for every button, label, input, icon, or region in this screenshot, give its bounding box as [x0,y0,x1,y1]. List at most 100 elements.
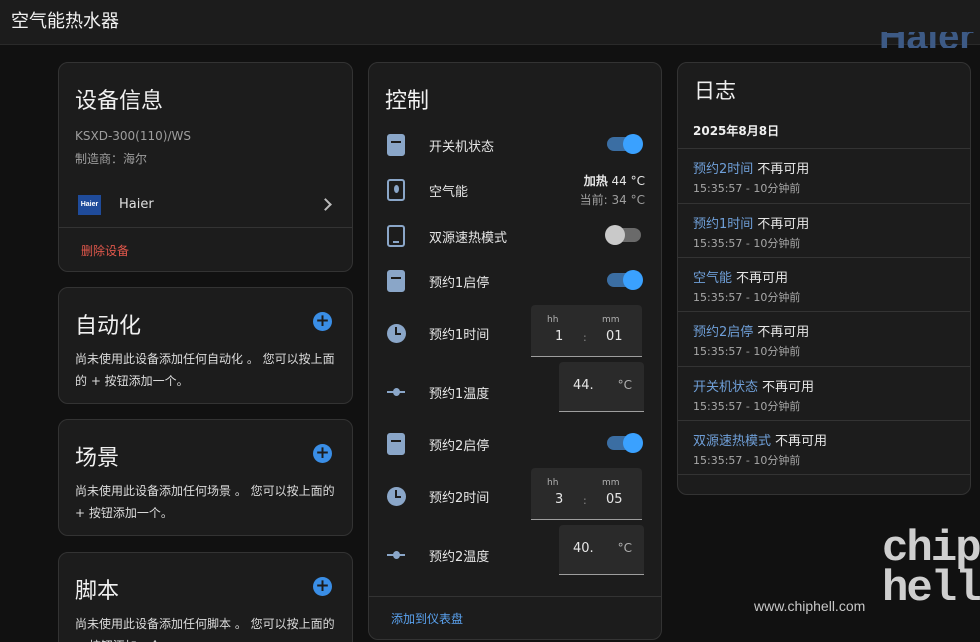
chevron-right-icon [319,198,332,211]
water-heater-icon [387,270,405,292]
mm-value[interactable]: 01 [606,329,623,344]
log-time: 15:35:57 - 10分钟前 [693,291,801,304]
log-state: 不再可用 [757,325,810,340]
automation-description: 尚未使用此设备添加任何自动化 。 您可以按上面的 + 按钮添加一个。 [75,352,335,388]
log-entry: 空气能 不再可用 15:35:57 - 10分钟前 [678,257,970,311]
scene-title: 场景 [75,446,120,471]
schedule1-switch-row: 预约1启停 [369,261,661,301]
schedule2-temp-value: 40. [573,541,594,556]
script-card: 脚本 + 尚未使用此设备添加任何脚本 。 您可以按上面的 + 按钮添加一个。 [58,552,353,642]
log-title: 日志 [694,79,736,103]
temp-unit: °C [617,541,632,555]
add-automation-button[interactable]: + [313,312,332,331]
haier-logo-icon: Haier [78,195,101,215]
water-boiler-icon [387,179,405,201]
hh-value[interactable]: 1 [555,329,563,344]
dual-source-label: 双源速热模式 [429,231,508,246]
integration-name: Haier [119,197,154,212]
log-entity-link[interactable]: 预约2启停 [693,325,753,340]
log-time: 15:35:57 - 10分钟前 [693,182,801,195]
schedule2-switch-row: 预约2启停 [369,424,661,464]
toggle-knob [623,134,643,154]
log-state: 不再可用 [757,162,810,177]
control-card: 控制 开关机状态 空气能 加热 44 °C 当前: 34 °C 双源速热模式 预… [368,62,662,640]
delete-device-button[interactable]: 删除设备 [81,242,129,259]
clock-icon [387,324,406,343]
log-date: 2025年8月8日 [693,124,780,138]
log-time: 15:35:57 - 10分钟前 [693,400,801,413]
temp-unit: °C [617,378,632,392]
time-separator: : [583,494,587,507]
schedule2-toggle[interactable] [607,433,643,453]
toggle-knob [605,225,625,245]
power-row: 开关机状态 [369,125,661,165]
add-script-button[interactable]: + [313,577,332,596]
hh-value[interactable]: 3 [555,492,563,507]
schedule1-temp-value: 44. [573,378,594,393]
brand-logo-peek: Haier [878,18,974,48]
scene-description: 尚未使用此设备添加任何场景 。 您可以按上面的 + 按钮添加一个。 [75,484,335,520]
tablet-icon [387,225,405,247]
clock-icon [387,487,406,506]
water-heater-icon [387,134,405,156]
toggle-knob [623,270,643,290]
heat-pump-label: 空气能 [429,185,469,200]
schedule1-temp-input[interactable]: 44. °C [559,362,644,412]
automation-title: 自动化 [75,314,142,339]
page-title: 空气能热水器 [11,11,119,32]
watermark-logo-bottom: hell [882,564,980,614]
mm-value[interactable]: 05 [606,492,623,507]
schedule2-temp-label: 预约2温度 [429,550,490,565]
schedule2-temp-input[interactable]: 40. °C [559,525,644,575]
scene-card: 场景 + 尚未使用此设备添加任何场景 。 您可以按上面的 + 按钮添加一个。 [58,419,353,536]
hh-label: hh [547,315,559,325]
log-entity-link[interactable]: 开关机状态 [693,380,758,395]
heat-pump-row[interactable]: 空气能 加热 44 °C 当前: 34 °C [369,170,661,210]
schedule1-temp-label: 预约1温度 [429,387,490,402]
device-model: KSXD-300(110)/WS [75,129,191,143]
divider [678,474,970,475]
heat-pump-state: 加热 44 °C [584,172,645,189]
schedule2-time-input[interactable]: hh mm 3 : 05 [531,468,642,520]
heat-pump-target: 44 °C [607,174,645,188]
water-heater-icon [387,433,405,455]
watermark-logo-top: chip [882,524,980,574]
log-entry: 双源速热模式 不再可用 15:35:57 - 10分钟前 [678,420,970,474]
add-to-dashboard-button[interactable]: 添加到仪表盘 [391,610,463,627]
dual-source-row: 双源速热模式 [369,216,661,256]
schedule1-switch-label: 预约1启停 [429,276,490,291]
schedule2-switch-label: 预约2启停 [429,439,490,454]
log-entity-link[interactable]: 双源速热模式 [693,434,771,449]
device-info-card: 设备信息 KSXD-300(110)/WS 制造商：海尔 Haier Haier… [58,62,353,272]
schedule2-time-row: 预约2时间 hh mm 3 : 05 [369,468,661,520]
automation-card: 自动化 + 尚未使用此设备添加任何自动化 。 您可以按上面的 + 按钮添加一个。 [58,287,353,404]
log-state: 不再可用 [775,434,828,449]
integration-row[interactable]: Haier Haier [59,189,352,225]
log-state: 不再可用 [757,217,810,232]
slider-icon [387,551,405,559]
control-title: 控制 [385,89,430,114]
log-time: 15:35:57 - 10分钟前 [693,237,801,250]
log-state: 不再可用 [762,380,815,395]
dual-source-toggle[interactable] [605,225,641,245]
log-time: 15:35:57 - 10分钟前 [693,454,801,467]
schedule1-toggle[interactable] [607,270,643,290]
log-state: 不再可用 [736,271,789,286]
add-scene-button[interactable]: + [313,444,332,463]
log-entity-link[interactable]: 预约1时间 [693,217,753,232]
time-separator: : [583,331,587,344]
log-entity-link[interactable]: 预约2时间 [693,162,753,177]
schedule1-time-input[interactable]: hh mm 1 : 01 [531,305,642,357]
log-entry: 预约2启停 不再可用 15:35:57 - 10分钟前 [678,311,970,365]
schedule1-time-row: 预约1时间 hh mm 1 : 01 [369,305,661,357]
script-description: 尚未使用此设备添加任何脚本 。 您可以按上面的 + 按钮添加一个。 [75,617,335,642]
log-entry: 预约2时间 不再可用 15:35:57 - 10分钟前 [678,148,970,202]
power-toggle[interactable] [607,134,643,154]
watermark-url: www.chiphell.com [754,598,866,614]
log-entity-link[interactable]: 空气能 [693,271,732,286]
schedule1-temp-row: 预约1温度 44. °C [369,362,661,412]
schedule1-time-label: 预约1时间 [429,328,490,343]
mm-label: mm [602,315,620,325]
heat-pump-current: 当前: 34 °C [579,193,645,207]
divider [59,227,352,228]
